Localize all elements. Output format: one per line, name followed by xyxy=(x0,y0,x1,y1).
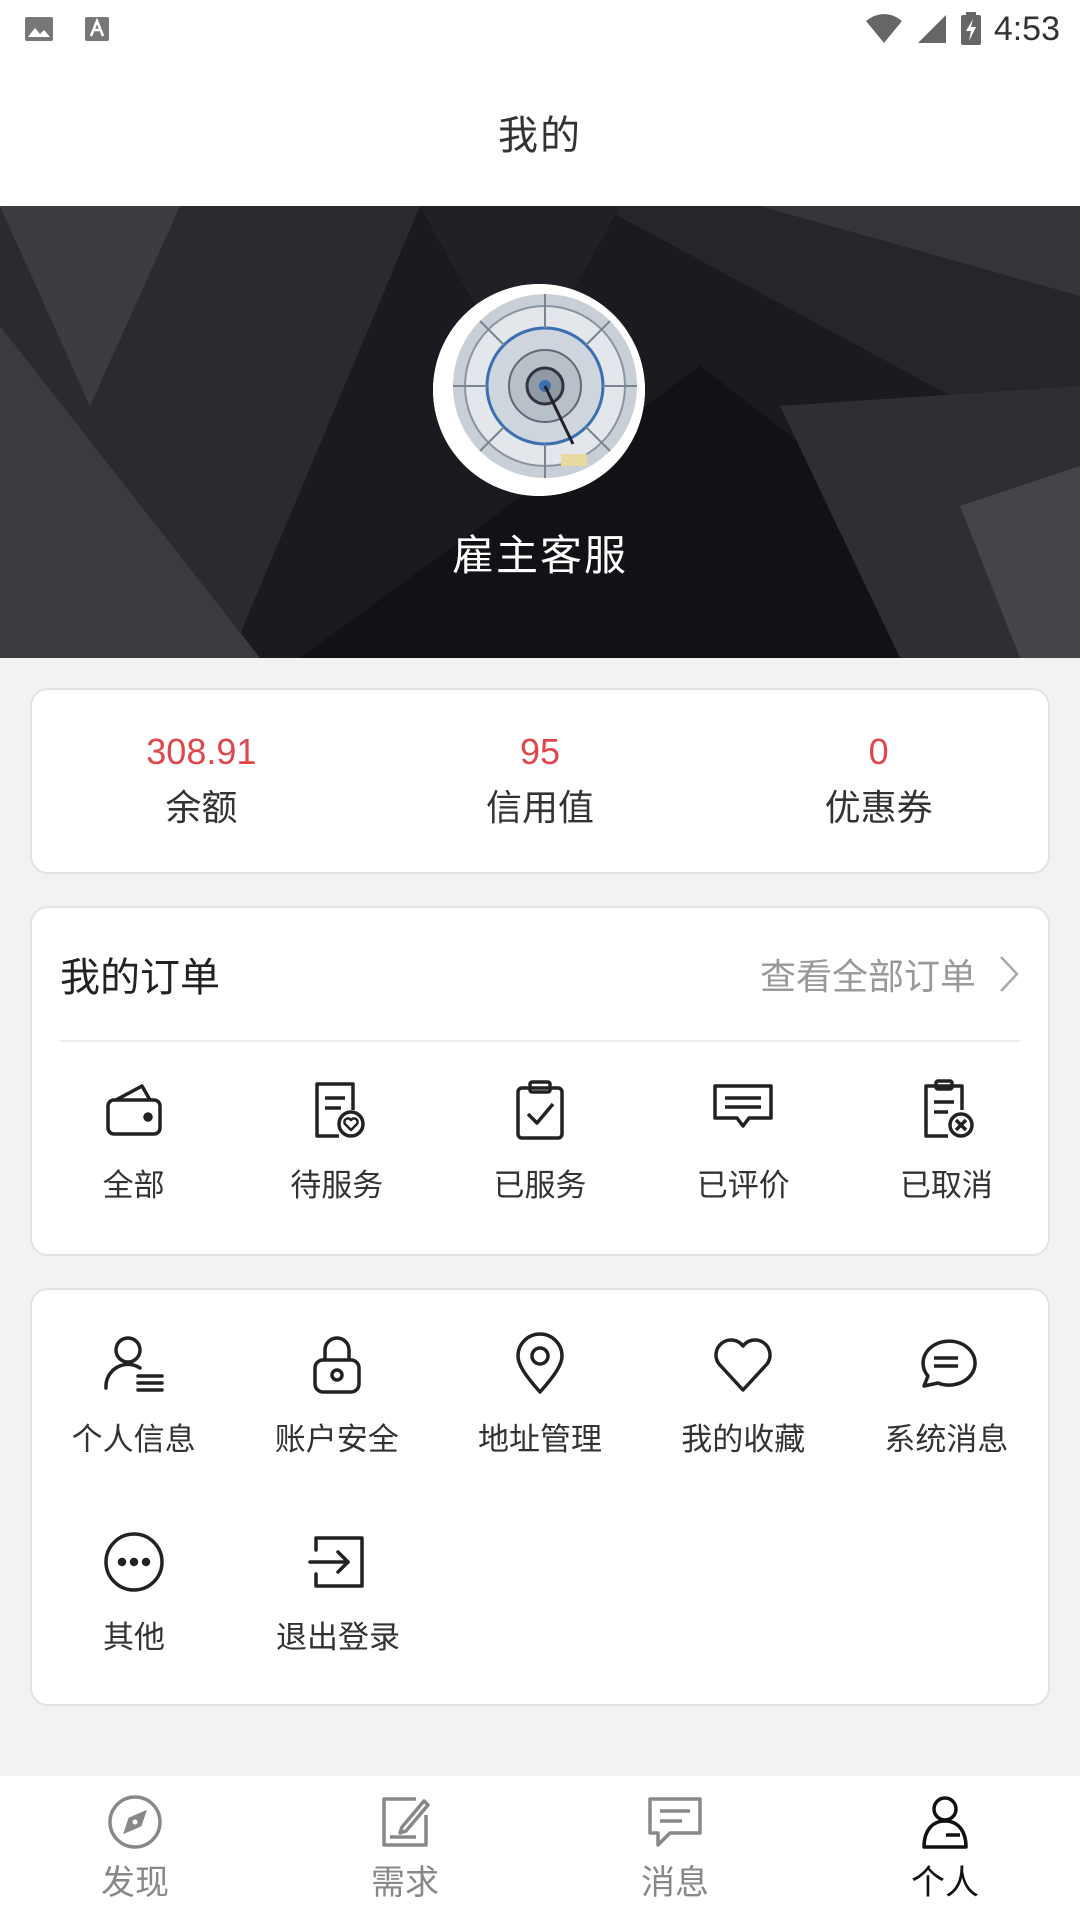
order-status-all[interactable]: 全部 xyxy=(32,1078,235,1205)
orders-header: 我的订单 查看全部订单 xyxy=(60,908,1020,1042)
menu-item-system-messages[interactable]: 系统消息 xyxy=(845,1332,1048,1459)
menu-item-logout[interactable]: 退出登录 xyxy=(236,1530,440,1657)
heart-icon xyxy=(714,1338,772,1392)
chat-bubble-icon xyxy=(921,1339,978,1388)
menu-item-label: 我的收藏 xyxy=(681,1422,806,1458)
order-status-label: 已服务 xyxy=(493,1168,587,1204)
nav-tab-discover[interactable]: 发现 xyxy=(0,1776,270,1920)
signal-icon xyxy=(917,15,946,43)
profile-header: 雇主客服 xyxy=(0,206,1080,658)
menu-item-favorites[interactable]: 我的收藏 xyxy=(642,1332,845,1459)
nav-label: 消息 xyxy=(641,1862,709,1903)
menu-item-address[interactable]: 地址管理 xyxy=(438,1332,641,1459)
stats-card: 308.91 余额 95 信用值 0 优惠券 xyxy=(30,688,1050,874)
battery-icon xyxy=(960,12,981,45)
wallet-icon xyxy=(105,1084,162,1136)
person-icon xyxy=(922,1795,968,1849)
orders-title: 我的订单 xyxy=(60,955,220,1001)
menu-row: 其他 退出登录 xyxy=(32,1530,1048,1657)
more-dots-icon xyxy=(104,1532,164,1592)
order-status-label: 全部 xyxy=(102,1168,165,1204)
stat-label: 余额 xyxy=(165,788,238,829)
chevron-right-icon xyxy=(1000,956,1019,992)
comment-icon xyxy=(713,1084,773,1128)
logout-icon xyxy=(308,1536,364,1588)
nav-tab-messages[interactable]: 消息 xyxy=(540,1776,810,1920)
user-info-icon xyxy=(103,1336,164,1392)
nav-tab-profile[interactable]: 个人 xyxy=(810,1776,1080,1920)
stat-balance[interactable]: 308.91 余额 xyxy=(32,690,371,872)
status-bar: 4:53 xyxy=(0,0,1080,58)
menu-item-personal-info[interactable]: 个人信息 xyxy=(32,1332,235,1459)
screen: 4:53 我的 雇主客服 308.91 余额 95 信用值 0 优惠券 我的订单… xyxy=(0,0,1080,1920)
order-status-reviewed[interactable]: 已评价 xyxy=(642,1078,845,1205)
lock-icon xyxy=(313,1336,361,1394)
text-a-icon xyxy=(85,17,109,41)
stat-coupons[interactable]: 0 优惠券 xyxy=(709,690,1048,872)
menu-item-label: 个人信息 xyxy=(71,1422,196,1458)
edit-note-icon xyxy=(382,1796,430,1847)
avatar-image xyxy=(433,284,645,496)
title-bar: 我的 xyxy=(0,58,1080,206)
view-all-orders-label: 查看全部订单 xyxy=(759,957,976,998)
menu-card: 个人信息 账户安全 地址管理 我的收藏 系统消息 其他 退出登录 xyxy=(30,1288,1050,1706)
stat-value: 95 xyxy=(519,731,561,772)
menu-row: 个人信息 账户安全 地址管理 我的收藏 系统消息 xyxy=(32,1332,1048,1459)
order-status-label: 已评价 xyxy=(696,1168,790,1204)
order-status-cancelled[interactable]: 已取消 xyxy=(845,1078,1048,1205)
menu-item-label: 其他 xyxy=(103,1620,165,1656)
stat-value: 308.91 xyxy=(146,731,257,772)
nav-label: 发现 xyxy=(101,1862,169,1903)
nav-label: 个人 xyxy=(911,1862,979,1903)
order-status-served[interactable]: 已服务 xyxy=(438,1078,641,1205)
menu-item-other[interactable]: 其他 xyxy=(32,1530,236,1657)
menu-item-label: 系统消息 xyxy=(884,1422,1009,1458)
stat-label: 优惠券 xyxy=(824,788,933,829)
order-status-label: 已取消 xyxy=(899,1168,993,1204)
stat-label: 信用值 xyxy=(486,788,595,829)
status-time: 4:53 xyxy=(993,9,1060,48)
avatar[interactable] xyxy=(433,284,645,496)
location-pin-icon xyxy=(516,1332,564,1394)
stat-credit[interactable]: 95 信用值 xyxy=(371,690,710,872)
menu-item-label: 地址管理 xyxy=(478,1422,602,1458)
view-all-orders-link[interactable]: 查看全部订单 xyxy=(760,948,1020,1000)
wifi-icon xyxy=(865,14,902,43)
orders-card: 我的订单 查看全部订单 全部 待服务 已服务 已评价 已取消 xyxy=(30,906,1050,1256)
compass-icon xyxy=(108,1794,162,1849)
order-status-pending[interactable]: 待服务 xyxy=(235,1078,438,1205)
menu-item-account-security[interactable]: 账户安全 xyxy=(235,1332,438,1459)
stat-value: 0 xyxy=(868,731,889,772)
nav-label: 需求 xyxy=(371,1862,439,1903)
menu-item-label: 账户安全 xyxy=(274,1422,399,1458)
bottom-nav: 发现 需求 消息 个人 xyxy=(0,1776,1080,1920)
clipboard-check-icon xyxy=(516,1080,564,1140)
order-status-label: 待服务 xyxy=(290,1168,384,1204)
profile-name: 雇主客服 xyxy=(451,531,628,580)
doc-cancel-icon xyxy=(924,1079,975,1138)
image-icon xyxy=(25,17,53,41)
orders-status-row: 全部 待服务 已服务 已评价 已取消 xyxy=(32,1078,1048,1205)
menu-item-label: 退出登录 xyxy=(276,1620,400,1656)
message-icon xyxy=(648,1796,702,1847)
page-title: 我的 xyxy=(498,113,582,159)
nav-tab-demand[interactable]: 需求 xyxy=(270,1776,540,1920)
doc-heart-icon xyxy=(315,1082,365,1138)
